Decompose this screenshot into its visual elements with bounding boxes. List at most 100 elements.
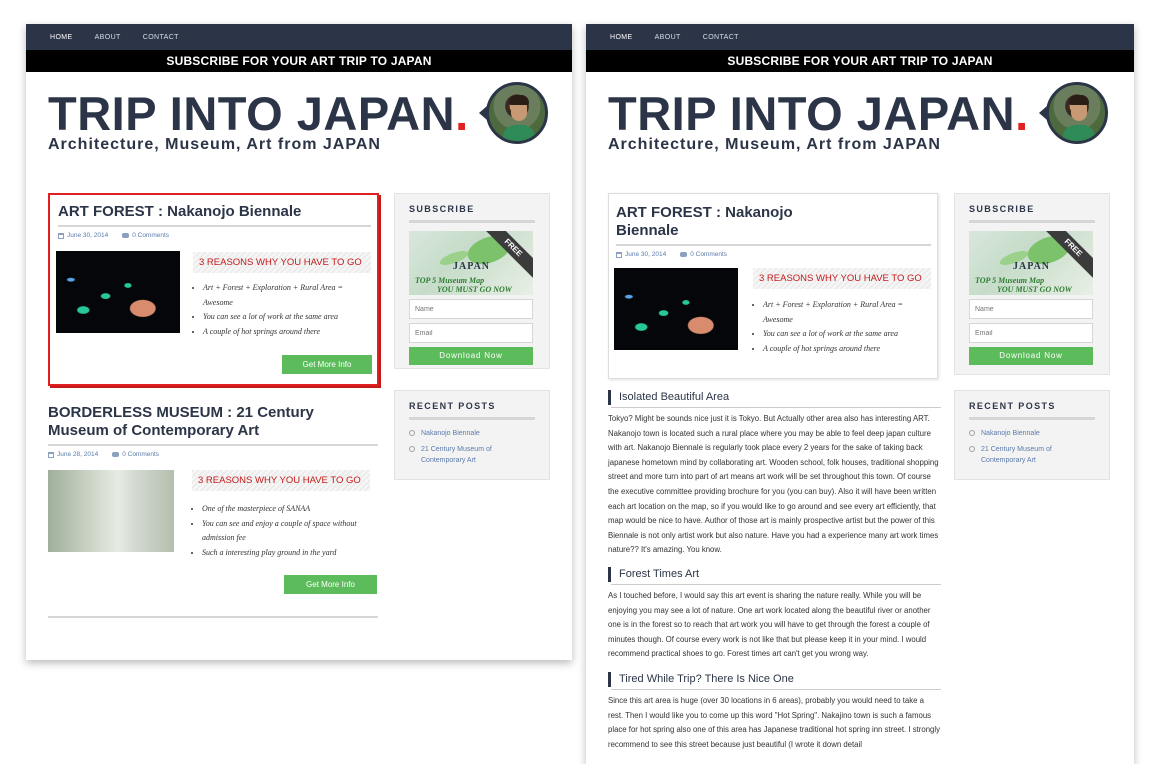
circle-icon xyxy=(969,430,975,436)
post-card-art-forest[interactable]: ART FOREST : Nakanojo Biennale June 30, … xyxy=(608,193,938,379)
email-field[interactable] xyxy=(969,323,1093,343)
recent-post-link[interactable]: 21 Century Museum of Contemporary Art xyxy=(969,444,1095,466)
section-heading: Tired While Trip? There Is Nice One xyxy=(608,672,941,690)
post-title[interactable]: ART FOREST : Nakanojo Biennale xyxy=(58,203,371,221)
author-avatar xyxy=(479,82,548,144)
recent-post-link[interactable]: Nakanojo Biennale xyxy=(409,428,535,439)
promo-japan-label: JAPAN xyxy=(1013,261,1051,272)
post-meta: June 30, 2014 0 Comments xyxy=(616,251,931,258)
list-item: Art + Forest + Exploration + Rural Area … xyxy=(203,281,365,310)
list-item: A couple of hot springs around there xyxy=(203,325,365,340)
nav-about-link[interactable]: ABOUT xyxy=(95,34,121,41)
recent-post-link[interactable]: 21 Century Museum of Contemporary Art xyxy=(409,444,535,466)
recent-posts-title: RECENT POSTS xyxy=(969,401,1095,420)
list-item: One of the masterpiece of SANAA xyxy=(202,502,368,517)
reasons-heading: 3 REASONS WHY YOU HAVE TO GO xyxy=(192,470,370,491)
list-item: A couple of hot springs around there xyxy=(763,342,925,357)
subscribe-widget-title: SUBSCRIBE xyxy=(969,204,1095,223)
site-header: TRIP INTO JAPAN. Architecture, Museum, A… xyxy=(26,72,572,192)
post-title[interactable]: ART FOREST : Nakanojo Biennale xyxy=(616,204,796,240)
comment-icon xyxy=(112,452,120,457)
reasons-list: Art + Forest + Exploration + Rural Area … xyxy=(193,281,365,339)
reasons-heading: 3 REASONS WHY YOU HAVE TO GO xyxy=(753,268,931,289)
museum-map-promo[interactable]: FREE JAPAN TOP 5 Museum Map YOU MUST GO … xyxy=(409,231,533,295)
name-field[interactable] xyxy=(969,299,1093,319)
nav-contact-link[interactable]: CONTACT xyxy=(703,34,739,41)
post-thumbnail[interactable] xyxy=(614,268,738,350)
recent-post-link[interactable]: Nakanojo Biennale xyxy=(969,428,1095,439)
site-title[interactable]: TRIP INTO JAPAN. xyxy=(608,90,1029,137)
nav-contact-link[interactable]: CONTACT xyxy=(143,34,179,41)
get-more-info-button[interactable]: Get More Info xyxy=(282,355,372,374)
right-page-panel: HOME ABOUT CONTACT SUBSCRIBE FOR YOUR AR… xyxy=(586,24,1134,764)
calendar-icon xyxy=(58,232,64,239)
left-page-panel: HOME ABOUT CONTACT SUBSCRIBE FOR YOUR AR… xyxy=(26,24,572,660)
recent-posts-widget: RECENT POSTS Nakanojo Biennale 21 Centur… xyxy=(394,390,550,480)
recent-posts-widget: RECENT POSTS Nakanojo Biennale 21 Centur… xyxy=(954,390,1110,480)
circle-icon xyxy=(409,430,415,436)
post-card-art-forest[interactable]: ART FOREST : Nakanojo Biennale June 30, … xyxy=(48,193,379,386)
comment-count[interactable]: 0 Comments xyxy=(132,232,169,239)
calendar-icon xyxy=(48,451,54,458)
list-item: Such a interesting play ground in the ya… xyxy=(202,546,368,561)
site-tagline: Architecture, Museum, Art from JAPAN xyxy=(48,136,381,153)
promo-line-2: YOU MUST GO NOW xyxy=(437,285,512,294)
recent-posts-title: RECENT POSTS xyxy=(409,401,535,420)
subscribe-widget: SUBSCRIBE FREE JAPAN TOP 5 Museum Map YO… xyxy=(954,193,1110,375)
promo-japan-label: JAPAN xyxy=(453,261,491,272)
top-nav: HOME ABOUT CONTACT xyxy=(26,24,572,50)
post-thumbnail[interactable] xyxy=(48,470,174,552)
nav-about-link[interactable]: ABOUT xyxy=(655,34,681,41)
post-card-borderless-museum[interactable]: BORDERLESS MUSEUM : 21 Century Museum of… xyxy=(48,404,378,458)
site-tagline: Architecture, Museum, Art from JAPAN xyxy=(608,136,941,153)
site-header: TRIP INTO JAPAN. Architecture, Museum, A… xyxy=(586,72,1134,192)
post-meta: June 28, 2014 0 Comments xyxy=(48,451,378,458)
subscribe-banner[interactable]: SUBSCRIBE FOR YOUR ART TRIP TO JAPAN xyxy=(26,50,572,72)
top-nav: HOME ABOUT CONTACT xyxy=(586,24,1134,50)
title-dot: . xyxy=(1015,87,1029,140)
nav-home-link[interactable]: HOME xyxy=(610,34,633,41)
download-now-button[interactable]: Download Now xyxy=(969,347,1093,365)
section-body: Since this art area is huge (over 30 loc… xyxy=(608,696,940,749)
subscribe-widget-title: SUBSCRIBE xyxy=(409,204,535,223)
post-title[interactable]: BORDERLESS MUSEUM : 21 Century Museum of… xyxy=(48,404,378,440)
download-now-button[interactable]: Download Now xyxy=(409,347,533,365)
post-meta: June 30, 2014 0 Comments xyxy=(58,232,371,239)
reasons-heading: 3 REASONS WHY YOU HAVE TO GO xyxy=(193,252,371,273)
name-field[interactable] xyxy=(409,299,533,319)
promo-line-2: YOU MUST GO NOW xyxy=(997,285,1072,294)
comment-icon xyxy=(122,233,130,238)
comment-count[interactable]: 0 Comments xyxy=(122,451,159,458)
reasons-list: Art + Forest + Exploration + Rural Area … xyxy=(753,298,925,356)
post-divider xyxy=(48,616,378,618)
section-heading: Forest Times Art xyxy=(608,567,941,585)
site-title[interactable]: TRIP INTO JAPAN. xyxy=(48,90,469,137)
list-item: You can see a lot of work at the same ar… xyxy=(763,327,925,342)
post-date[interactable]: June 28, 2014 xyxy=(57,451,98,458)
calendar-icon xyxy=(616,251,622,258)
section-body: As I touched before, I would say this ar… xyxy=(608,591,931,659)
author-avatar xyxy=(1039,82,1108,144)
list-item: You can see a lot of work at the same ar… xyxy=(203,310,365,325)
post-date[interactable]: June 30, 2014 xyxy=(625,251,666,258)
list-item: You can see and enjoy a couple of space … xyxy=(202,517,368,546)
subscribe-banner[interactable]: SUBSCRIBE FOR YOUR ART TRIP TO JAPAN xyxy=(586,50,1134,72)
email-field[interactable] xyxy=(409,323,533,343)
section-heading: Isolated Beautiful Area xyxy=(608,390,941,408)
post-thumbnail[interactable] xyxy=(56,251,180,333)
comment-count[interactable]: 0 Comments xyxy=(690,251,727,258)
title-dot: . xyxy=(455,87,469,140)
nav-home-link[interactable]: HOME xyxy=(50,34,73,41)
list-item: Art + Forest + Exploration + Rural Area … xyxy=(763,298,925,327)
promo-line-1: TOP 5 Museum Map xyxy=(975,276,1045,285)
section-body: Tokyo? Might be sounds nice just it is T… xyxy=(608,414,939,555)
museum-map-promo[interactable]: FREE JAPAN TOP 5 Museum Map YOU MUST GO … xyxy=(969,231,1093,295)
get-more-info-button[interactable]: Get More Info xyxy=(284,575,377,594)
subscribe-widget: SUBSCRIBE FREE JAPAN TOP 5 Museum Map YO… xyxy=(394,193,550,369)
comment-icon xyxy=(680,252,688,257)
circle-icon xyxy=(409,446,415,452)
reasons-list: One of the masterpiece of SANAA You can … xyxy=(192,502,368,560)
post-date[interactable]: June 30, 2014 xyxy=(67,232,108,239)
promo-line-1: TOP 5 Museum Map xyxy=(415,276,485,285)
circle-icon xyxy=(969,446,975,452)
